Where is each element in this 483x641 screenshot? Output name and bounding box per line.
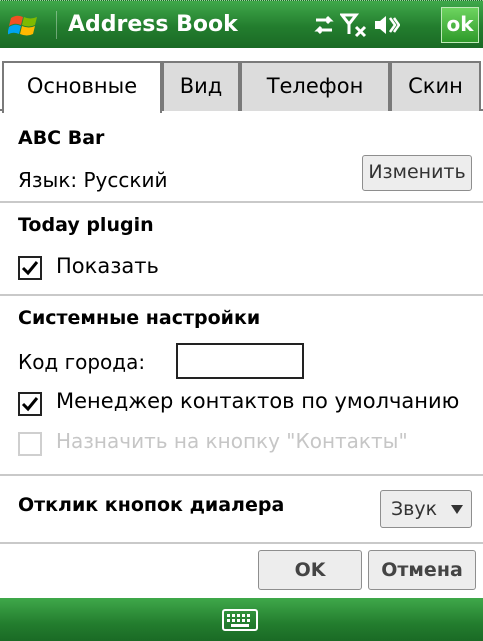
show-label: Показать	[56, 254, 159, 278]
dialer-feedback-heading: Отклик кнопок диалера	[18, 494, 285, 516]
app-title: Address Book	[68, 12, 238, 37]
cancel-button[interactable]: Отмена	[368, 550, 476, 590]
show-checkbox[interactable]	[18, 256, 42, 280]
system-settings-heading: Системные настройки	[18, 307, 261, 329]
default-manager-checkbox[interactable]	[18, 392, 42, 416]
bottom-bar	[0, 598, 483, 641]
start-logo[interactable]	[8, 9, 40, 41]
divider	[0, 294, 483, 296]
divider	[0, 474, 483, 476]
check-icon	[21, 397, 39, 412]
divider	[0, 542, 483, 544]
tab-main[interactable]: Основные	[2, 61, 162, 113]
change-language-button[interactable]: Изменить	[362, 155, 472, 191]
city-code-label: Код города:	[18, 350, 146, 374]
signal-off-icon[interactable]	[340, 12, 368, 38]
connectivity-icon[interactable]	[310, 12, 338, 38]
tab-phone[interactable]: Телефон	[240, 61, 390, 111]
assign-contacts-label: Назначить на кнопку "Контакты"	[56, 429, 408, 453]
title-bar: Address Book ok	[0, 0, 483, 48]
chevron-down-icon	[451, 505, 463, 514]
tab-strip: Основные Вид Телефон Скин	[0, 61, 483, 113]
tab-skin[interactable]: Скин	[390, 61, 481, 111]
abc-bar-heading: ABC Bar	[18, 127, 105, 149]
divider	[0, 201, 483, 203]
ok-button[interactable]: OK	[258, 550, 362, 590]
feedback-select[interactable]: Звук	[380, 490, 472, 528]
feedback-value: Звук	[391, 498, 438, 520]
check-icon	[21, 261, 39, 276]
volume-muted-icon[interactable]	[372, 12, 400, 38]
titlebar-ok-button[interactable]: ok	[441, 7, 479, 43]
default-manager-label: Менеджер контактов по умолчанию	[56, 389, 460, 413]
tab-view[interactable]: Вид	[162, 61, 240, 111]
language-label: Язык: Русский	[18, 168, 168, 192]
title-separator	[56, 11, 57, 39]
keyboard-icon[interactable]	[222, 608, 258, 632]
assign-contacts-checkbox[interactable]	[18, 432, 42, 456]
today-plugin-heading: Today plugin	[18, 214, 154, 236]
city-code-input[interactable]	[176, 343, 304, 379]
